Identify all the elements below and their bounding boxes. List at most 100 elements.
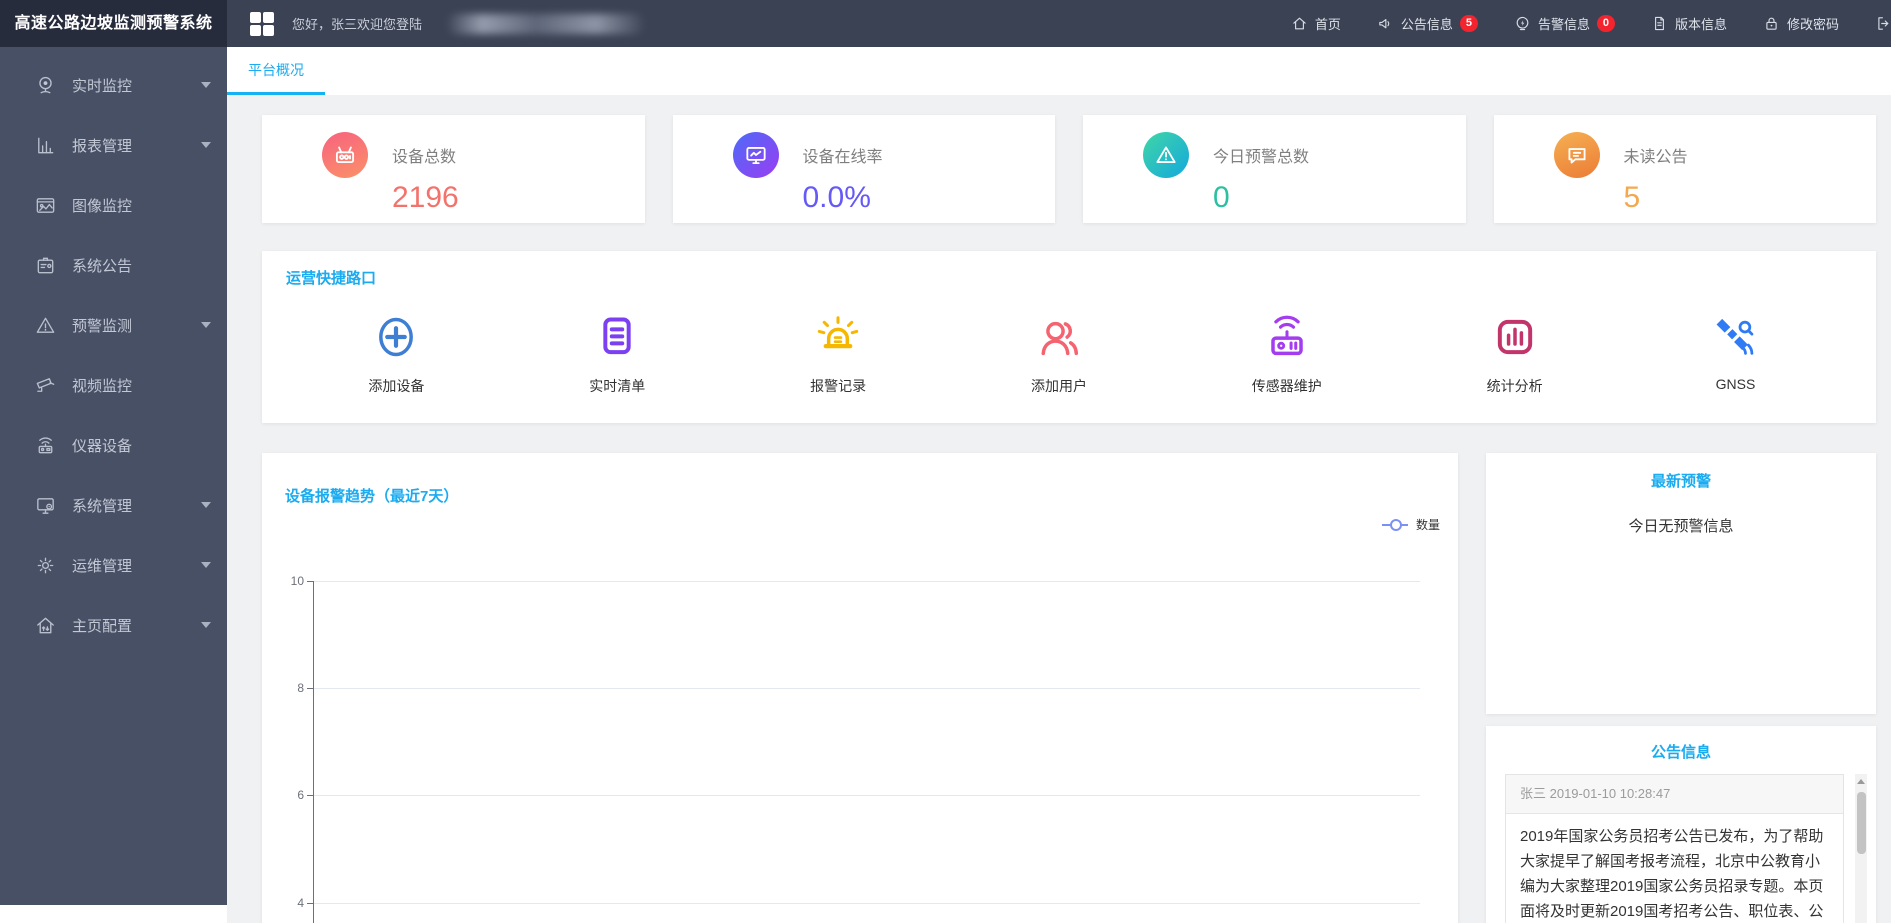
quick-sensor-maintenance[interactable]: 传感器维护: [1252, 308, 1322, 396]
y-tick: [307, 795, 313, 796]
home-icon: [1291, 15, 1308, 32]
quick-gnss[interactable]: GNSS: [1707, 308, 1763, 396]
y-tick: [307, 581, 313, 582]
sidebar-item-warning-monitor[interactable]: 预警监测: [0, 295, 227, 355]
sidebar-item-image-monitor[interactable]: 图像监控: [0, 175, 227, 235]
y-tick-label: 4: [262, 896, 304, 910]
nav-version[interactable]: 版本信息: [1651, 14, 1727, 33]
nav-change-password-label: 修改密码: [1787, 14, 1839, 33]
stat-value: 2196: [392, 181, 645, 215]
chevron-down-icon: [201, 502, 211, 508]
stats-row: 设备总数 2196 设备在线率 0.0% 今日预警总数: [262, 115, 1876, 223]
chart-y-axis: [313, 581, 314, 923]
quick-add-user[interactable]: 添加用户: [1031, 308, 1087, 396]
chat-bubble-icon: [1554, 132, 1600, 178]
sidebar-label: 仪器设备: [72, 435, 132, 456]
latest-alerts-panel: 最新预警 今日无预警信息: [1486, 453, 1876, 714]
nav-home[interactable]: 首页: [1291, 14, 1341, 33]
y-tick: [307, 903, 313, 904]
sidebar-label: 图像监控: [72, 195, 132, 216]
app-title: 高速公路边坡监测预警系统: [0, 0, 227, 47]
chevron-down-icon: [201, 142, 211, 148]
stat-label: 今日预警总数: [1213, 143, 1309, 167]
announcements-badge: 5: [1460, 15, 1478, 32]
stat-value: 0.0%: [803, 181, 1056, 215]
user-greeting: 您好，张三欢迎您登陆: [292, 14, 422, 33]
stat-label: 设备总数: [392, 143, 456, 167]
y-tick-label: 10: [262, 574, 304, 588]
quick-links-row: 添加设备 实时清单 报警记录: [286, 308, 1846, 396]
sidebar-item-system-notice[interactable]: 系统公告: [0, 235, 227, 295]
scrollbar-thumb[interactable]: [1857, 792, 1866, 854]
monitor-gear-icon: [34, 494, 57, 517]
logout-icon: [1875, 15, 1891, 32]
sidebar-item-video-monitor[interactable]: 视频监控: [0, 355, 227, 415]
right-column: 最新预警 今日无预警信息 公告信息 张三 2019-01-10 10:28:47…: [1486, 453, 1876, 923]
announcement-item[interactable]: 张三 2019-01-10 10:28:47 2019年国家公务员招考公告已发布…: [1505, 774, 1844, 923]
sidebar-item-ops-manage[interactable]: 运维管理: [0, 535, 227, 595]
nav-logout[interactable]: 退出: [1875, 14, 1891, 33]
tab-bar: 平台概况: [227, 47, 1891, 95]
quick-label: GNSS: [1707, 376, 1763, 392]
nav-alerts-label: 告警信息: [1538, 14, 1590, 33]
y-tick: [307, 688, 313, 689]
sidebar-label: 报表管理: [72, 135, 132, 156]
nav-announcements-label: 公告信息: [1401, 14, 1453, 33]
alerts-badge: 0: [1597, 15, 1615, 32]
quick-label: 报警记录: [810, 376, 866, 396]
satellite-icon: [1707, 308, 1763, 366]
sidebar-item-realtime-monitor[interactable]: 实时监控: [0, 55, 227, 115]
quick-add-device[interactable]: 添加设备: [368, 308, 424, 396]
stats-bars-icon: [1487, 308, 1543, 366]
quick-statistics[interactable]: 统计分析: [1487, 308, 1543, 396]
alarm-trend-chart-panel: 设备报警趋势（最近7天） 数量 10 8 6 4: [262, 453, 1458, 923]
quick-realtime-list[interactable]: 实时清单: [589, 308, 645, 396]
line-series-marker-icon: [1382, 524, 1408, 526]
add-circle-icon: [368, 308, 424, 366]
quick-links-title: 运营快捷路口: [286, 270, 376, 287]
sidebar-label: 实时监控: [72, 75, 132, 96]
y-tick-label: 6: [262, 788, 304, 802]
stat-label: 未读公告: [1624, 143, 1688, 167]
nav-version-label: 版本信息: [1675, 14, 1727, 33]
sidebar-label: 视频监控: [72, 375, 132, 396]
quick-links-panel: 运营快捷路口 添加设备 实时清单: [262, 251, 1876, 423]
chart-legend[interactable]: 数量: [1382, 516, 1440, 533]
sidebar: 实时监控 报表管理 图像监控 系统公告 预警监测 视频监控 仪器设备 系统管理: [0, 47, 227, 905]
quick-label: 添加用户: [1031, 376, 1087, 396]
announcement-body: 2019年国家公务员招考公告已发布，为了帮助大家提早了解国考报考流程，北京中公教…: [1506, 814, 1843, 923]
cctv-camera-icon: [34, 374, 57, 397]
siren-icon: [810, 308, 866, 366]
alarm-icon: [1514, 15, 1531, 32]
sidebar-item-report-manage[interactable]: 报表管理: [0, 115, 227, 175]
tab-platform-overview[interactable]: 平台概况: [227, 47, 325, 95]
quick-alarm-records[interactable]: 报警记录: [810, 308, 866, 396]
scroll-up-arrow-icon[interactable]: [1857, 779, 1865, 784]
nav-alerts[interactable]: 告警信息 0: [1514, 14, 1615, 33]
bar-chart-icon: [34, 134, 57, 157]
add-user-icon: [1031, 308, 1087, 366]
nav-change-password[interactable]: 修改密码: [1763, 14, 1839, 33]
stat-card-total-devices: 设备总数 2196: [262, 115, 645, 223]
sidebar-label: 预警监测: [72, 315, 132, 336]
announcement-meta: 张三 2019-01-10 10:28:47: [1506, 775, 1843, 814]
announcement-scrollbar[interactable]: [1855, 774, 1867, 923]
legend-label: 数量: [1416, 516, 1440, 533]
sidebar-item-system-manage[interactable]: 系统管理: [0, 475, 227, 535]
webcam-icon: [34, 74, 57, 97]
lock-icon: [1763, 15, 1780, 32]
main-content: 设备总数 2196 设备在线率 0.0% 今日预警总数: [227, 95, 1891, 923]
app-viewport: 高速公路边坡监测预警系统 您好，张三欢迎您登陆 首页 公告信息 5 告警信息 0…: [0, 0, 1891, 923]
sidebar-item-home-config[interactable]: 主页配置: [0, 595, 227, 655]
quick-label: 传感器维护: [1252, 376, 1322, 396]
nav-announcements[interactable]: 公告信息 5: [1377, 14, 1478, 33]
gear-icon: [34, 554, 57, 577]
no-alerts-text: 今日无预警信息: [1486, 515, 1876, 536]
bottom-row: 设备报警趋势（最近7天） 数量 10 8 6 4: [262, 453, 1876, 923]
quick-label: 实时清单: [589, 376, 645, 396]
dashboard-grid-icon[interactable]: [250, 12, 274, 36]
sidebar-item-instruments[interactable]: 仪器设备: [0, 415, 227, 475]
document-icon: [1651, 15, 1668, 32]
warning-triangle-icon: [34, 314, 57, 337]
chevron-down-icon: [201, 562, 211, 568]
